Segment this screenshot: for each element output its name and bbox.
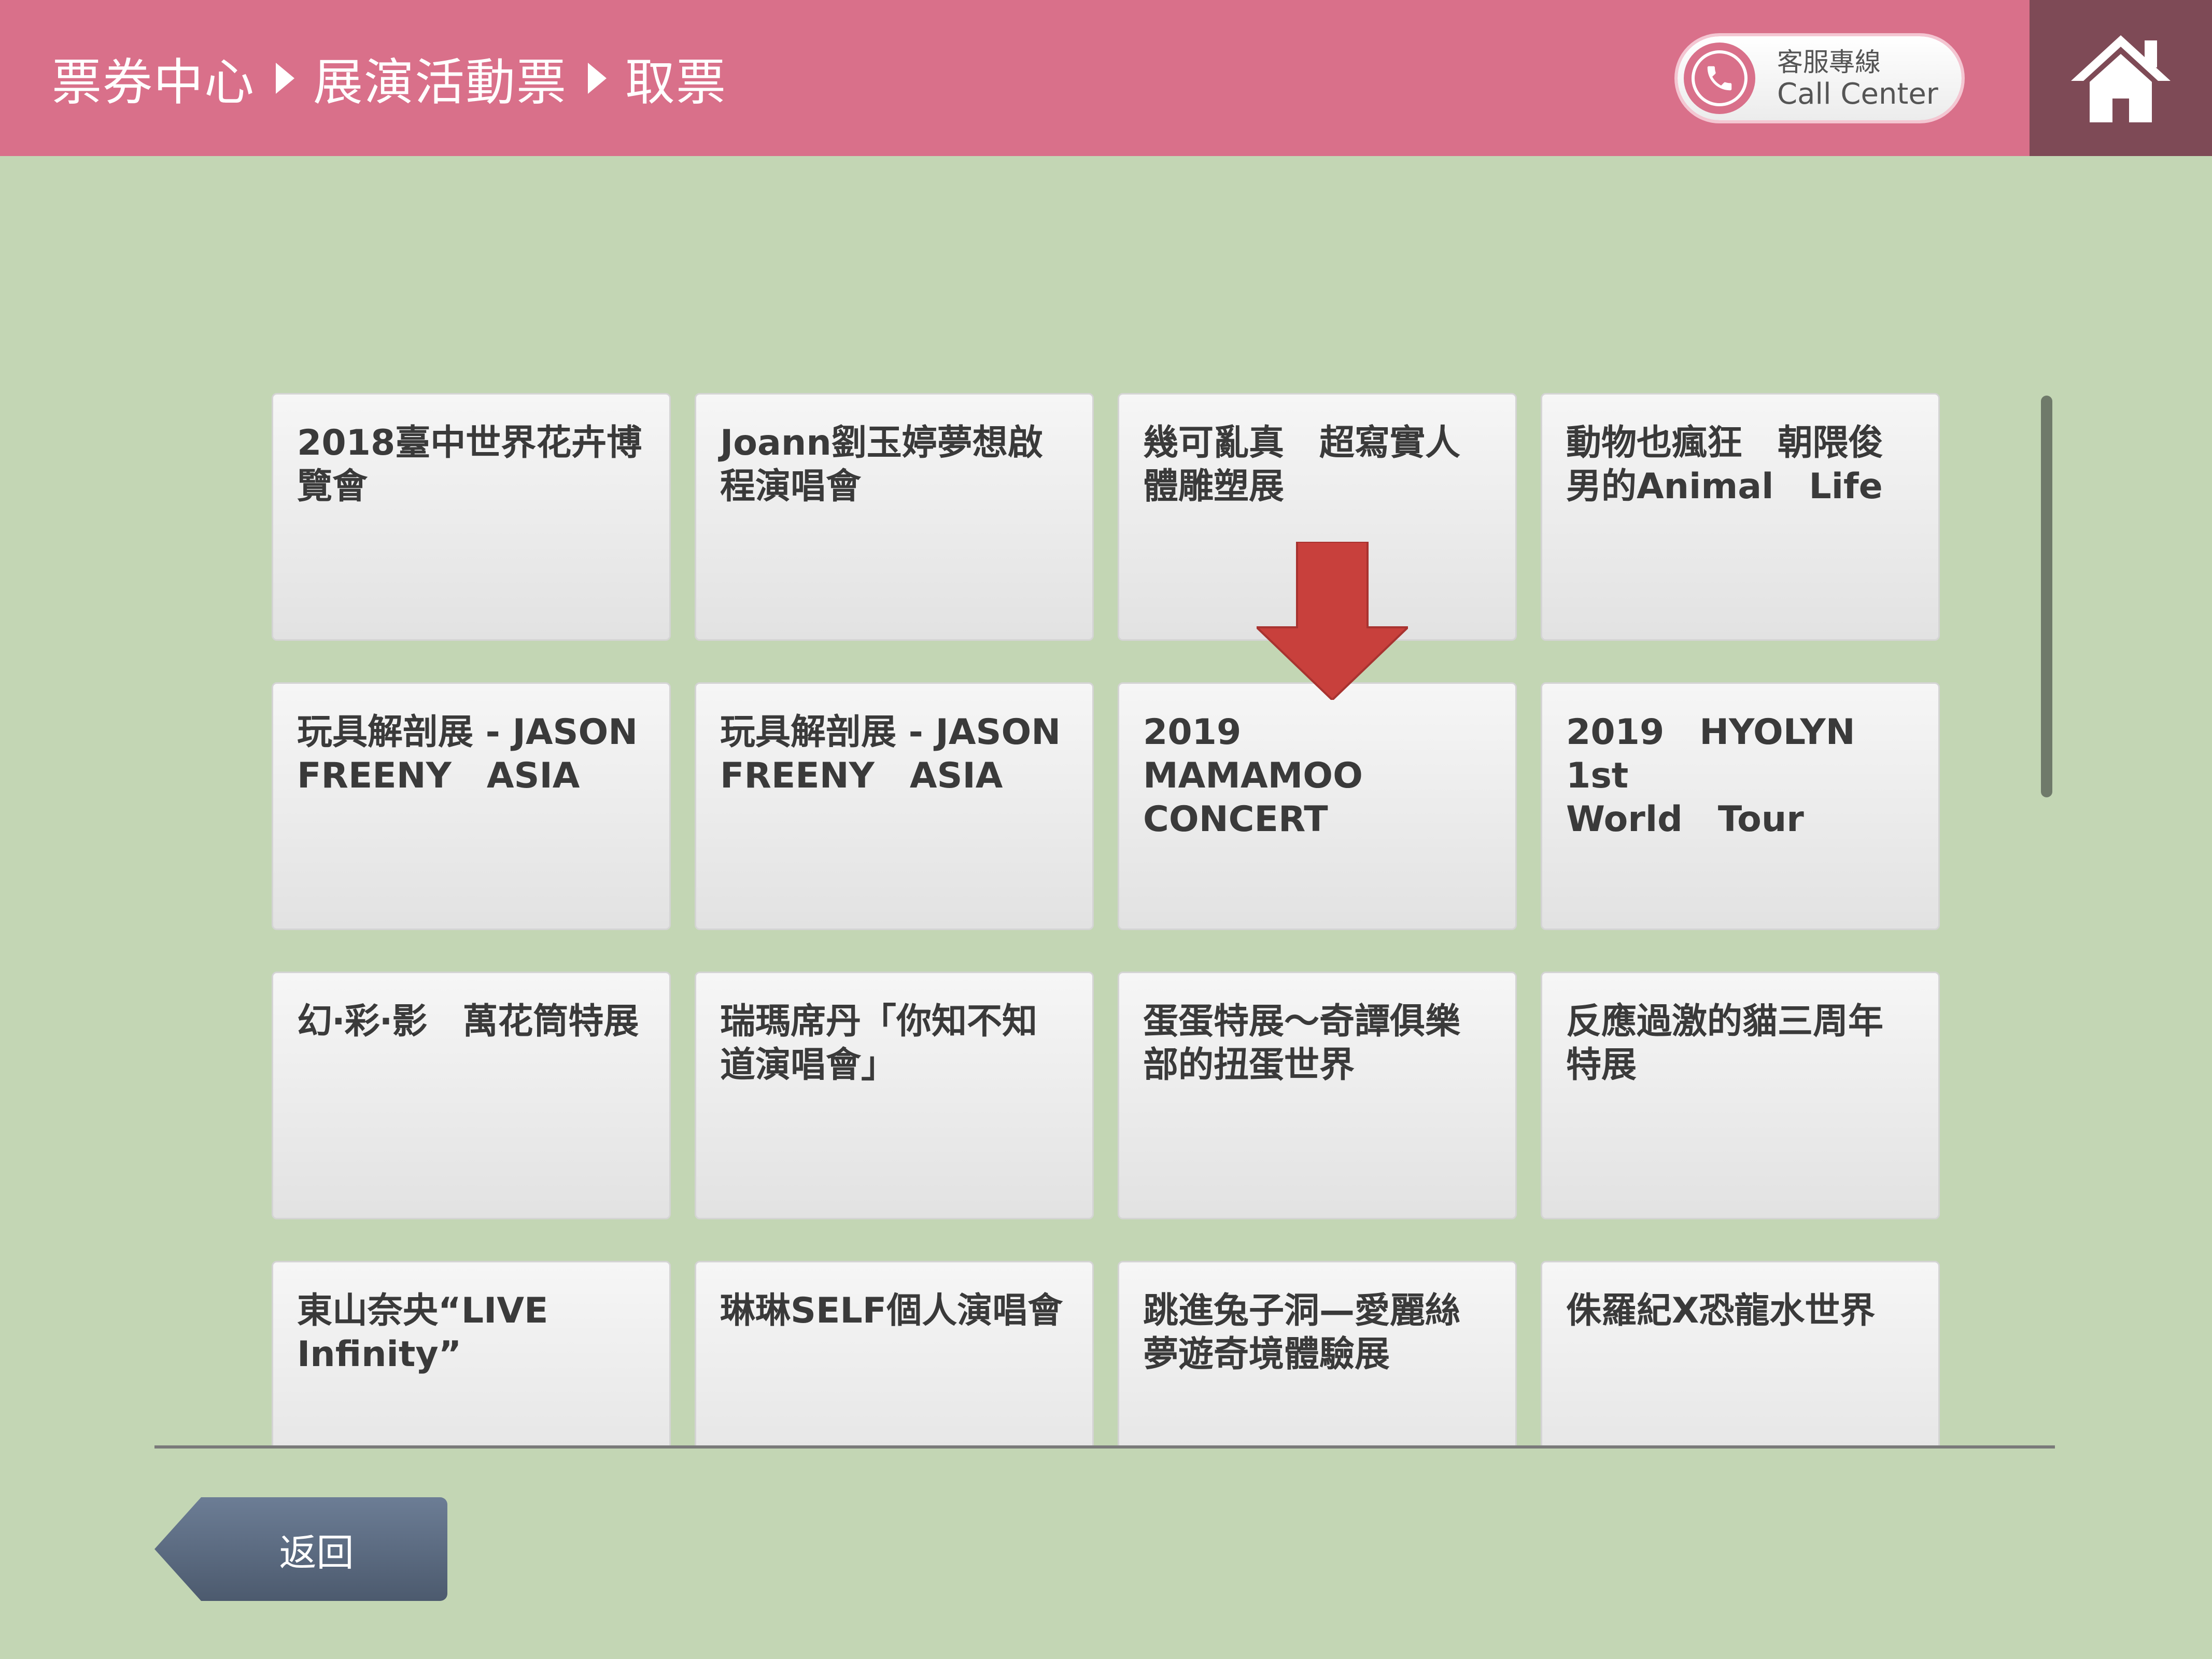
event-title-line: 幾可亂真 超寫實人 xyxy=(1143,423,1461,463)
event-card[interactable]: 瑞瑪席丹「你知不知 道演唱會」 xyxy=(695,972,1094,1219)
event-title-line: 2019 HYOLYN 1st xyxy=(1566,712,1891,796)
call-center-button[interactable]: 客服專線 Call Center xyxy=(1678,36,1962,120)
event-title-line: 覽會 xyxy=(297,466,368,507)
event-card[interactable]: Joann劉玉婷夢想啟 程演唱會 xyxy=(695,393,1094,641)
breadcrumb-event-tickets[interactable]: 展演活動票 xyxy=(313,42,567,114)
event-title-line: 蛋蛋特展～奇譚俱樂 xyxy=(1143,1001,1461,1042)
event-title-line: FREENY ASIA xyxy=(720,755,1003,796)
event-title-line: 琳琳SELF個人演唱會 xyxy=(720,1290,1063,1331)
event-title-line: Joann劉玉婷夢想啟 xyxy=(720,423,1043,463)
phone-icon xyxy=(1684,43,1755,114)
back-button[interactable]: 返回 xyxy=(154,1497,447,1601)
event-title-line: 幻‧彩‧影 萬花筒特展 xyxy=(297,1001,639,1042)
event-title-line: World Tour xyxy=(1566,799,1804,840)
breadcrumb-separator-icon xyxy=(276,62,294,94)
event-title-line: Infinity” xyxy=(297,1334,462,1375)
event-card[interactable]: 侏羅紀X恐龍水世界 xyxy=(1541,1261,1940,1447)
event-title-line: 反應過激的貓三周年 xyxy=(1566,1001,1884,1042)
breadcrumb-ticket-center[interactable]: 票券中心 xyxy=(52,42,255,114)
breadcrumb-pickup: 取票 xyxy=(625,53,727,111)
call-center-label-zh: 客服專線 xyxy=(1777,47,1881,77)
event-card[interactable]: 蛋蛋特展～奇譚俱樂 部的扭蛋世界 xyxy=(1118,972,1517,1219)
call-center-label: 客服專線 Call Center xyxy=(1777,46,1938,110)
event-title-line: 體雕塑展 xyxy=(1143,466,1285,507)
event-card[interactable]: 琳琳SELF個人演唱會 xyxy=(695,1261,1094,1447)
event-title-line: 男的Animal Life xyxy=(1566,466,1883,507)
event-card[interactable]: 跳進兔子洞—愛麗絲 夢遊奇境體驗展 xyxy=(1118,1261,1517,1447)
event-title-line: 東山奈央“LIVE xyxy=(297,1290,548,1331)
breadcrumb: 票券中心 展演活動票 取票 xyxy=(52,0,727,156)
event-title-line: 瑞瑪席丹「你知不知 xyxy=(720,1001,1038,1042)
event-title-line: 夢遊奇境體驗展 xyxy=(1143,1334,1390,1375)
event-card[interactable]: 2019 HYOLYN 1st World Tour xyxy=(1541,682,1940,930)
event-card[interactable]: 反應過激的貓三周年 特展 xyxy=(1541,972,1940,1219)
event-card[interactable]: 玩具解剖展 - JASON FREENY ASIA xyxy=(272,682,671,930)
back-button-label: 返回 xyxy=(279,1530,354,1574)
event-card[interactable]: 東山奈央“LIVE Infinity” xyxy=(272,1261,671,1447)
down-arrow-icon xyxy=(1257,542,1408,700)
event-title-line: 跳進兔子洞—愛麗絲 xyxy=(1143,1290,1461,1331)
breadcrumb-separator-icon xyxy=(588,62,607,94)
event-card[interactable]: 幻‧彩‧影 萬花筒特展 xyxy=(272,972,671,1219)
event-title-line: 程演唱會 xyxy=(720,466,862,507)
home-button[interactable] xyxy=(2030,0,2212,156)
event-title-line: 2019 MAMAMOO xyxy=(1143,712,1363,796)
event-grid[interactable]: 2018臺中世界花卉博 覽會 Joann劉玉婷夢想啟 程演唱會 幾可亂真 超寫實… xyxy=(154,391,1969,1447)
event-title-line: 動物也瘋狂 朝隈俊 xyxy=(1566,423,1884,463)
event-title-line: CONCERT xyxy=(1143,799,1328,840)
event-title-line: 特展 xyxy=(1566,1045,1637,1086)
event-title-line: 道演唱會」 xyxy=(720,1045,897,1086)
event-card[interactable]: 2019 MAMAMOO CONCERT xyxy=(1118,682,1517,930)
event-title-line: 侏羅紀X恐龍水世界 xyxy=(1566,1290,1876,1331)
home-icon xyxy=(2071,35,2171,122)
event-card[interactable]: 玩具解剖展 - JASON FREENY ASIA xyxy=(695,682,1094,930)
event-card[interactable]: 動物也瘋狂 朝隈俊 男的Animal Life xyxy=(1541,393,1940,641)
header-bar: 票券中心 展演活動票 取票 客服專線 Call Center xyxy=(0,0,2212,156)
event-title-line: 玩具解剖展 - JASON xyxy=(720,712,1061,753)
event-title-line: 2018臺中世界花卉博 xyxy=(297,423,642,463)
event-title-line: FREENY ASIA xyxy=(297,755,580,796)
call-center-label-en: Call Center xyxy=(1777,77,1938,111)
scrollbar[interactable] xyxy=(2041,396,2052,797)
event-card[interactable]: 2018臺中世界花卉博 覽會 xyxy=(272,393,671,641)
event-title-line: 部的扭蛋世界 xyxy=(1143,1045,1355,1086)
content-divider xyxy=(154,1445,2055,1449)
event-title-line: 玩具解剖展 - JASON xyxy=(297,712,638,753)
